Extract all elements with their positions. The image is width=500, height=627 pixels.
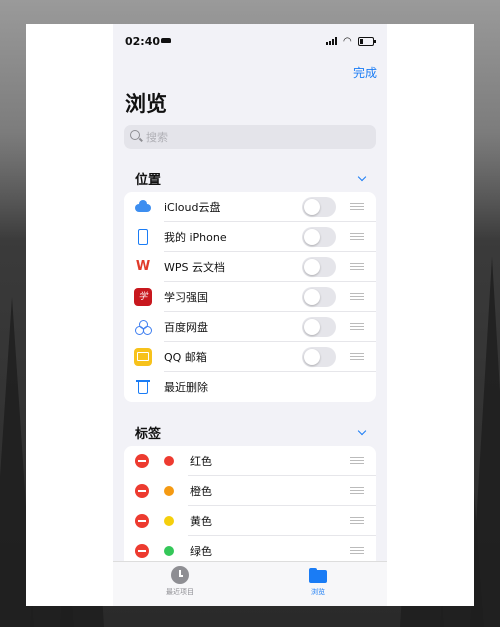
tag-row-orange[interactable]: 橙色: [124, 476, 376, 506]
done-button[interactable]: 完成: [353, 64, 377, 81]
status-bar: 02:40 ◠: [113, 24, 387, 58]
tab-browse-label: 浏览: [311, 588, 325, 596]
toggle-switch[interactable]: [302, 257, 336, 277]
location-label: 学习强国: [164, 291, 208, 304]
page-title: 浏览: [125, 92, 167, 116]
cellular-signal-icon: [326, 37, 338, 45]
location-label: 最近删除: [164, 381, 208, 394]
wifi-icon: ◠: [343, 36, 352, 47]
location-label: 我的 iPhone: [164, 231, 227, 244]
tag-label: 橙色: [190, 485, 212, 498]
location-row-qqmail[interactable]: QQ 邮箱: [124, 342, 376, 372]
reorder-handle-icon[interactable]: [350, 323, 364, 331]
location-label: 百度网盘: [164, 321, 208, 334]
reorder-handle-icon[interactable]: [350, 353, 364, 361]
toggle-switch[interactable]: [302, 287, 336, 307]
tag-color-dot: [164, 546, 174, 556]
location-label: QQ 邮箱: [164, 351, 207, 364]
reorder-handle-icon[interactable]: [350, 457, 364, 465]
reorder-handle-icon[interactable]: [350, 263, 364, 271]
location-row-icloud[interactable]: iCloud云盘: [124, 192, 376, 222]
reorder-handle-icon[interactable]: [350, 517, 364, 525]
search-bar[interactable]: [124, 125, 376, 149]
locations-section-header[interactable]: 位置: [113, 165, 387, 189]
tag-row-green[interactable]: 绿色: [124, 536, 376, 562]
search-input[interactable]: [146, 129, 366, 145]
delete-minus-icon[interactable]: [135, 544, 149, 558]
reorder-handle-icon[interactable]: [350, 487, 364, 495]
folder-icon: [309, 566, 327, 584]
reorder-handle-icon[interactable]: [350, 293, 364, 301]
search-icon: [130, 130, 140, 140]
files-app-screen: 02:40 ◠ 完成 浏览 位置 iCloud云盘 我的 iPhone: [113, 24, 387, 606]
car-icon: [161, 38, 171, 43]
location-row-baidu[interactable]: 百度网盘: [124, 312, 376, 342]
tab-recents-label: 最近项目: [166, 588, 194, 596]
toggle-switch[interactable]: [302, 347, 336, 367]
location-row-iphone[interactable]: 我的 iPhone: [124, 222, 376, 252]
chevron-down-icon[interactable]: [357, 426, 367, 436]
tab-browse[interactable]: 浏览: [273, 566, 363, 597]
reorder-handle-icon[interactable]: [350, 233, 364, 241]
location-label: WPS 云文档: [164, 261, 225, 274]
location-row-wps[interactable]: W WPS 云文档: [124, 252, 376, 282]
tags-list: 红色 橙色 黄色 绿色: [124, 446, 376, 562]
delete-minus-icon[interactable]: [135, 514, 149, 528]
iphone-icon: [134, 228, 152, 246]
tag-color-dot: [164, 456, 174, 466]
tag-label: 红色: [190, 455, 212, 468]
tag-row-red[interactable]: 红色: [124, 446, 376, 476]
delete-minus-icon[interactable]: [135, 454, 149, 468]
delete-minus-icon[interactable]: [135, 484, 149, 498]
chevron-down-icon[interactable]: [357, 172, 367, 182]
tag-color-dot: [164, 516, 174, 526]
clock-icon: [171, 566, 189, 584]
locations-list: iCloud云盘 我的 iPhone W WPS 云文档 学 学习强国 百度网盘…: [124, 192, 376, 402]
qq-mail-icon: [134, 348, 152, 366]
wps-icon: W: [134, 258, 152, 276]
location-row-recently-deleted[interactable]: 最近删除: [124, 372, 376, 402]
tag-row-yellow[interactable]: 黄色: [124, 506, 376, 536]
tab-recents[interactable]: 最近项目: [135, 566, 225, 597]
icloud-icon: [134, 198, 152, 216]
tag-label: 黄色: [190, 515, 212, 528]
tab-bar: 最近项目 浏览: [113, 561, 387, 606]
tag-color-dot: [164, 486, 174, 496]
tags-section-header[interactable]: 标签: [113, 419, 387, 443]
status-time: 02:40: [125, 35, 161, 48]
toggle-switch[interactable]: [302, 317, 336, 337]
trash-icon: [134, 378, 152, 396]
baidu-netdisk-icon: [134, 318, 152, 336]
reorder-handle-icon[interactable]: [350, 203, 364, 211]
tag-label: 绿色: [190, 545, 212, 558]
location-row-xuexiqiangguo[interactable]: 学 学习强国: [124, 282, 376, 312]
xuexiqiangguo-icon: 学: [134, 288, 152, 306]
locations-title: 位置: [135, 173, 162, 188]
reorder-handle-icon[interactable]: [350, 547, 364, 555]
battery-icon: [358, 37, 376, 46]
toggle-switch[interactable]: [302, 197, 336, 217]
location-label: iCloud云盘: [164, 201, 221, 214]
toggle-switch[interactable]: [302, 227, 336, 247]
tags-title: 标签: [135, 427, 162, 442]
